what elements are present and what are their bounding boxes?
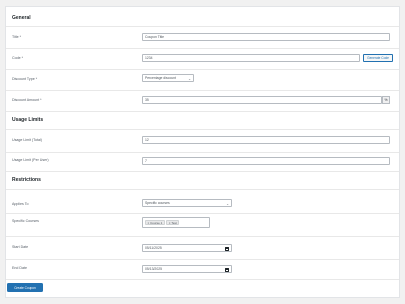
discount-amount-input[interactable]: 35 [142, 96, 382, 104]
section-title-usage-limits: Usage Limits [12, 117, 44, 123]
divider [6, 26, 399, 27]
course-tag[interactable]: × Test [166, 220, 180, 225]
end-date-input[interactable]: 05/13/2025 [142, 265, 232, 273]
course-tag-label: Test [171, 220, 177, 225]
usage-limit-user-input[interactable]: 7 [142, 157, 390, 165]
title-label: Title * [12, 35, 22, 39]
divider [6, 111, 399, 112]
usage-limit-total-label: Usage Limit (Total) [12, 138, 42, 142]
discount-type-select[interactable]: Percentage discount ⌄ [142, 74, 194, 82]
divider [6, 48, 399, 49]
create-coupon-button[interactable]: Create Coupon [7, 283, 43, 292]
coupon-form-card: General Title * Coupon Title Code * 1234… [5, 6, 400, 298]
calendar-icon[interactable] [225, 267, 229, 272]
percent-suffix: % [382, 96, 390, 104]
generate-code-button[interactable]: Generate Code [363, 54, 393, 62]
title-input[interactable]: Coupon Title [142, 33, 390, 41]
end-date-label: End Date [12, 266, 27, 270]
divider [6, 69, 399, 70]
section-title-restrictions: Restrictions [12, 177, 41, 183]
divider [6, 171, 399, 172]
applies-to-select[interactable]: Specific courses ⌄ [142, 199, 232, 207]
chevron-down-icon: ⌄ [188, 76, 191, 81]
chevron-down-icon: ⌄ [226, 201, 229, 206]
course-tag-label: Course 1 [150, 220, 163, 225]
divider [6, 213, 399, 214]
divider [6, 236, 399, 237]
code-label: Code * [12, 56, 23, 60]
specific-courses-multiselect[interactable]: × Course 1 × Test [142, 217, 210, 228]
divider [6, 152, 399, 153]
divider [6, 189, 399, 190]
divider [6, 259, 399, 260]
end-date-value: 05/13/2025 [145, 267, 162, 271]
usage-limit-user-label: Usage Limit (Per User) [12, 158, 49, 162]
applies-to-value: Specific courses [145, 201, 170, 205]
discount-type-value: Percentage discount [145, 76, 176, 80]
start-date-input[interactable]: 05/11/2025 [142, 244, 232, 252]
course-tag[interactable]: × Course 1 [145, 220, 165, 225]
divider [6, 279, 399, 280]
discount-amount-label: Discount Amount * [12, 98, 42, 102]
code-input[interactable]: 1234 [142, 54, 360, 62]
discount-type-label: Discount Type * [12, 77, 38, 81]
specific-courses-label: Specific Courses [12, 219, 39, 223]
divider [6, 129, 399, 130]
usage-limit-total-input[interactable]: 12 [142, 136, 390, 144]
start-date-value: 05/11/2025 [145, 246, 162, 250]
start-date-label: Start Date [12, 245, 29, 249]
calendar-icon[interactable] [225, 246, 229, 251]
section-title-general: General [12, 15, 31, 21]
applies-to-label: Applies To [12, 202, 29, 206]
divider [6, 90, 399, 91]
